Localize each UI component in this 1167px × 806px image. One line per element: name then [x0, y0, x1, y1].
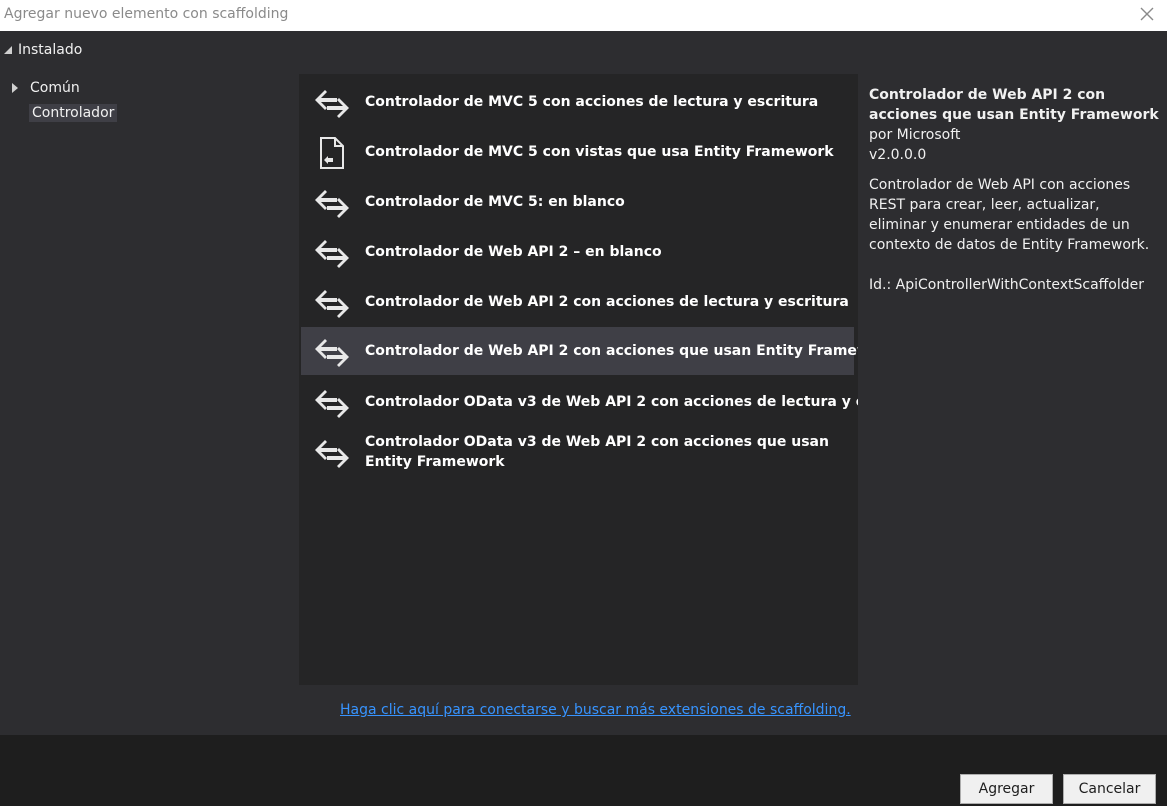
template-list: Controlador de MVC 5 con acciones de lec…: [299, 74, 858, 685]
details-panel: Controlador de Web API 2 con acciones qu…: [869, 85, 1159, 295]
template-label: Controlador de MVC 5 con vistas que usa …: [365, 144, 834, 160]
list-item-selected[interactable]: Controlador de Web API 2 con acciones qu…: [301, 327, 858, 375]
details-author: por Microsoft: [869, 127, 961, 143]
template-label: Controlador OData v3 de Web API 2 con ac…: [365, 434, 829, 470]
expand-arrow-icon: [12, 83, 18, 93]
controller-arrows-icon: [315, 339, 349, 367]
controller-arrows-icon: [315, 90, 349, 118]
list-item[interactable]: Controlador OData v3 de Web API 2 con ac…: [301, 378, 858, 426]
online-extensions-link[interactable]: Haga clic aquí para conectarse y buscar …: [340, 702, 851, 718]
close-icon[interactable]: [1137, 4, 1157, 24]
list-item[interactable]: Controlador de Web API 2 – en blanco: [301, 228, 854, 276]
tree-item-comun[interactable]: Común: [12, 80, 80, 96]
controller-arrows-icon: [315, 390, 349, 418]
details-description: Controlador de Web API con acciones REST…: [869, 177, 1150, 253]
template-label: Controlador de MVC 5 con acciones de lec…: [365, 94, 819, 110]
controller-arrows-icon: [315, 190, 349, 218]
tree-item-label: Controlador: [32, 105, 115, 121]
cancel-button[interactable]: Cancelar: [1063, 774, 1156, 804]
list-item[interactable]: Controlador de MVC 5 con acciones de lec…: [301, 78, 854, 126]
list-item[interactable]: Controlador de Web API 2 con acciones de…: [301, 278, 854, 326]
template-label: Controlador de Web API 2 – en blanco: [365, 244, 662, 260]
installed-label: Instalado: [18, 42, 83, 58]
template-label: Controlador OData v3 de Web API 2 con ac…: [365, 394, 858, 410]
installed-header[interactable]: Instalado: [4, 42, 82, 58]
controller-arrows-icon: [315, 290, 349, 318]
template-label: Controlador de MVC 5: en blanco: [365, 194, 625, 210]
dialog-title: Agregar nuevo elemento con scaffolding: [4, 6, 289, 22]
list-item[interactable]: Controlador de MVC 5: en blanco: [301, 178, 854, 226]
list-item[interactable]: Controlador OData v3 de Web API 2 con ac…: [301, 428, 854, 476]
details-version: v2.0.0.0: [869, 147, 927, 163]
controller-arrows-icon: [315, 240, 349, 268]
add-button[interactable]: Agregar: [960, 774, 1053, 804]
template-label: Controlador de Web API 2 con acciones qu…: [365, 343, 858, 359]
details-id: Id.: ApiControllerWithContextScaffolder: [869, 277, 1145, 293]
controller-arrows-icon: [315, 440, 349, 468]
title-bar: Agregar nuevo elemento con scaffolding: [0, 0, 1167, 31]
document-controller-icon: [320, 137, 344, 169]
collapse-triangle-icon: [4, 46, 12, 54]
template-label: Controlador de Web API 2 con acciones de…: [365, 294, 849, 310]
tree-item-controlador[interactable]: Controlador: [29, 104, 118, 122]
list-item[interactable]: Controlador de MVC 5 con vistas que usa …: [301, 128, 854, 176]
details-name: Controlador de Web API 2 con acciones qu…: [869, 87, 1159, 123]
tree-item-label: Común: [30, 80, 80, 96]
